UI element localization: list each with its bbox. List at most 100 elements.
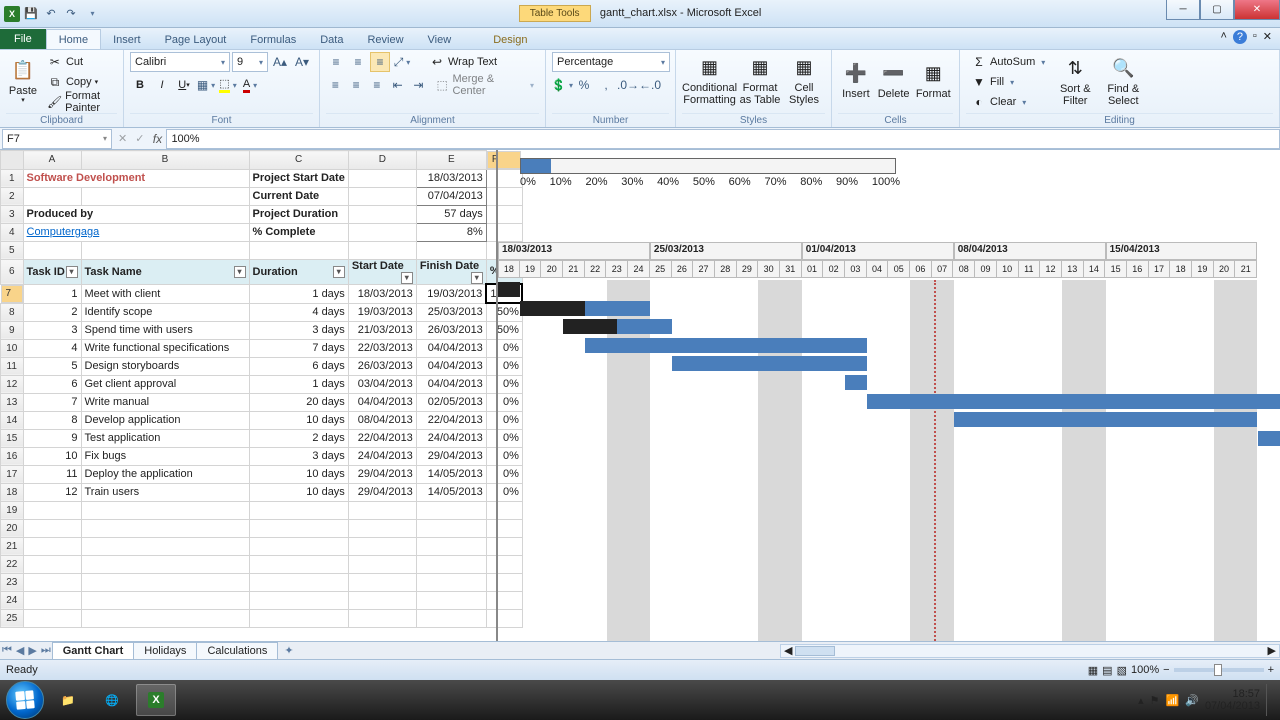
sheet-nav-last-icon[interactable]: ⏭	[39, 644, 53, 657]
window-restore-icon[interactable]: ▫	[1253, 30, 1257, 44]
sheet-nav-next-icon[interactable]: ▶	[26, 644, 38, 657]
tab-view[interactable]: View	[416, 30, 464, 49]
wrap-text-button[interactable]: ↩Wrap Text	[424, 52, 502, 72]
underline-button[interactable]: U▾	[174, 75, 194, 95]
copy-button[interactable]: ⧉Copy▾	[42, 72, 117, 92]
start-button[interactable]	[6, 681, 44, 719]
row-header[interactable]: 4	[1, 223, 24, 241]
paste-button[interactable]: 📋Paste▾	[6, 53, 40, 111]
orientation-icon[interactable]: ⤢	[392, 52, 412, 72]
format-painter-button[interactable]: 🖌Format Painter	[42, 92, 117, 112]
align-top-icon[interactable]: ≡	[326, 52, 346, 72]
decrease-font-icon[interactable]: A▾	[292, 52, 312, 72]
conditional-formatting-button[interactable]: ▦Conditional Formatting	[682, 52, 737, 110]
fill-color-button[interactable]: ⬚	[218, 75, 238, 95]
increase-decimal-icon[interactable]: .0→	[618, 75, 638, 95]
col-header[interactable]: D	[348, 151, 416, 170]
align-middle-icon[interactable]: ≡	[348, 52, 368, 72]
fill-button[interactable]: ▼Fill	[966, 72, 1050, 92]
number-format-select[interactable]: Percentage	[552, 52, 670, 72]
view-layout-icon[interactable]: ▤	[1102, 664, 1112, 677]
tray-flag-icon[interactable]: ⚑	[1150, 694, 1160, 707]
tab-formulas[interactable]: Formulas	[238, 30, 308, 49]
font-color-button[interactable]: A	[240, 75, 260, 95]
tab-review[interactable]: Review	[355, 30, 415, 49]
tab-home[interactable]: Home	[46, 29, 101, 49]
cancel-formula-icon[interactable]: ✕	[114, 132, 131, 145]
system-tray[interactable]: ▴ ⚑ 📶 🔊 18:5707/04/2013	[1138, 684, 1274, 716]
comma-format-icon[interactable]: ,	[596, 75, 616, 95]
col-header[interactable]: A	[23, 151, 81, 170]
align-bottom-icon[interactable]: ≡	[370, 52, 390, 72]
select-all[interactable]	[1, 151, 24, 170]
accounting-format-icon[interactable]: 💲	[552, 75, 572, 95]
tab-design[interactable]: Design	[481, 30, 539, 49]
zoom-slider[interactable]	[1174, 668, 1264, 672]
autosum-button[interactable]: ΣAutoSum	[966, 52, 1050, 72]
view-normal-icon[interactable]: ▦	[1088, 664, 1098, 677]
cut-button[interactable]: ✂Cut	[42, 52, 117, 72]
align-center-icon[interactable]: ≡	[347, 75, 366, 95]
bold-button[interactable]: B	[130, 75, 150, 95]
sheet-tab-calculations[interactable]: Calculations	[196, 642, 278, 659]
tab-data[interactable]: Data	[308, 30, 355, 49]
sheet-nav-first-icon[interactable]: ⏮	[0, 644, 14, 657]
col-header[interactable]: B	[81, 151, 249, 170]
sheet-tab-gantt[interactable]: Gantt Chart	[52, 642, 135, 659]
worksheet-grid[interactable]: ABCDEF1Software DevelopmentProject Start…	[0, 150, 1280, 644]
enter-formula-icon[interactable]: ✓	[131, 132, 148, 145]
font-name-select[interactable]: Calibri	[130, 52, 230, 72]
border-button[interactable]: ▦	[196, 75, 216, 95]
sort-filter-button[interactable]: ⇅Sort & Filter	[1052, 53, 1098, 111]
taskbar-explorer-icon[interactable]: 📁	[48, 684, 88, 716]
new-sheet-icon[interactable]: ✦	[282, 644, 295, 657]
col-header[interactable]: C	[249, 151, 348, 170]
tray-clock[interactable]: 18:5707/04/2013	[1205, 688, 1260, 712]
decrease-indent-icon[interactable]: ⇤	[388, 75, 407, 95]
font-size-select[interactable]: 9	[232, 52, 268, 72]
tray-network-icon[interactable]: 📶	[1166, 694, 1180, 707]
tray-volume-icon[interactable]: 🔊	[1185, 694, 1199, 707]
insert-cells-button[interactable]: ➕Insert	[838, 52, 874, 110]
merge-center-button[interactable]: ⬚Merge & Center	[430, 75, 539, 95]
tab-page-layout[interactable]: Page Layout	[153, 30, 239, 49]
sheet-tab-holidays[interactable]: Holidays	[133, 642, 197, 659]
tray-up-icon[interactable]: ▴	[1138, 694, 1144, 707]
row-header[interactable]: 5	[1, 241, 24, 259]
clear-button[interactable]: ◐Clear	[966, 92, 1050, 112]
qat-redo-icon[interactable]: ↷	[62, 5, 80, 23]
qat-save-icon[interactable]: 💾	[22, 5, 40, 23]
zoom-in-icon[interactable]: +	[1268, 664, 1274, 676]
col-header[interactable]: E	[416, 151, 486, 170]
formula-input[interactable]: 100%	[166, 129, 1280, 149]
cell-styles-button[interactable]: ▦Cell Styles	[783, 52, 825, 110]
maximize-button[interactable]: ▢	[1200, 0, 1234, 20]
find-select-button[interactable]: 🔍Find & Select	[1100, 53, 1146, 111]
format-cells-button[interactable]: ▦Format	[914, 52, 954, 110]
sheet-nav-prev-icon[interactable]: ◀	[14, 644, 26, 657]
minimize-ribbon-icon[interactable]: ˄	[1220, 30, 1226, 44]
help-icon[interactable]: ?	[1233, 30, 1247, 44]
minimize-button[interactable]: ─	[1166, 0, 1200, 20]
qat-undo-icon[interactable]: ↶	[42, 5, 60, 23]
view-pagebreak-icon[interactable]: ▧	[1117, 664, 1127, 677]
close-button[interactable]: ✕	[1234, 0, 1280, 20]
align-left-icon[interactable]: ≡	[326, 75, 345, 95]
name-box[interactable]: F7▾	[2, 129, 112, 149]
qat-customize-icon[interactable]	[82, 5, 100, 23]
format-as-table-button[interactable]: ▦Format as Table	[739, 52, 781, 110]
zoom-out-icon[interactable]: −	[1163, 664, 1169, 676]
align-right-icon[interactable]: ≡	[368, 75, 387, 95]
horizontal-scrollbar[interactable]: ◀▶	[780, 644, 1280, 658]
window-close-icon[interactable]: ✕	[1263, 30, 1272, 44]
percent-format-icon[interactable]: %	[574, 75, 594, 95]
taskbar-excel-icon[interactable]: X	[136, 684, 176, 716]
increase-indent-icon[interactable]: ⇥	[409, 75, 428, 95]
increase-font-icon[interactable]: A▴	[270, 52, 290, 72]
taskbar-chrome-icon[interactable]: 🌐	[92, 684, 132, 716]
show-desktop-button[interactable]	[1266, 684, 1274, 716]
decrease-decimal-icon[interactable]: ←.0	[640, 75, 660, 95]
row-header[interactable]: 1	[1, 169, 24, 187]
fx-icon[interactable]: fx	[148, 132, 166, 146]
italic-button[interactable]: I	[152, 75, 172, 95]
